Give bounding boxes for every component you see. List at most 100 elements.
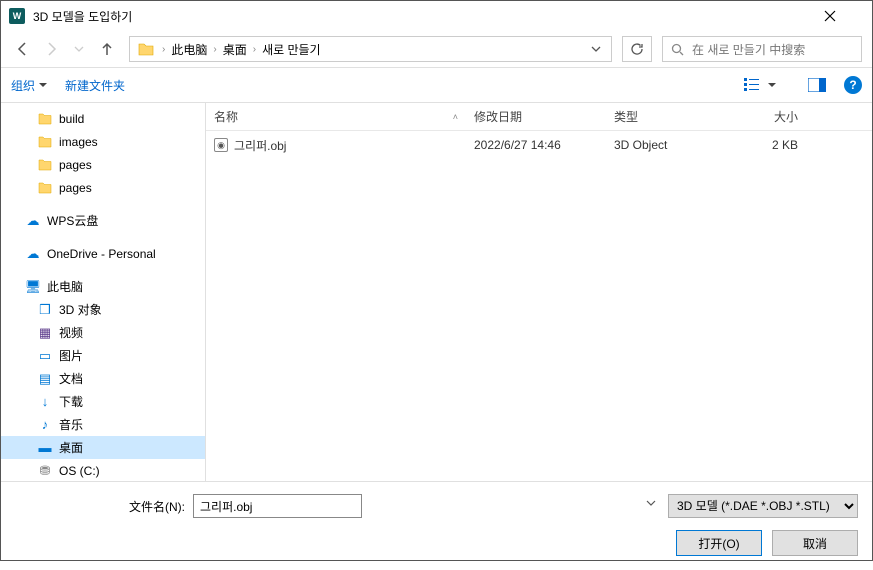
obj-file-icon: ◉ [214, 138, 228, 152]
recent-button[interactable] [67, 37, 91, 61]
new-folder-button[interactable]: 新建文件夹 [65, 77, 125, 94]
desk-icon: ▬ [37, 440, 53, 455]
sidebar-item-folder[interactable]: pages [1, 176, 205, 199]
breadcrumb-dropdown[interactable] [585, 44, 607, 54]
nav-bar: › 此电脑 › 桌面 › 새로 만들기 在 새로 만들기 中搜索 [1, 31, 872, 67]
body-area: build images pages pages ☁ WPS云盘 ☁ OneDrive… [1, 103, 872, 481]
breadcrumb[interactable]: › 此电脑 › 桌面 › 새로 만들기 [129, 36, 612, 62]
breadcrumb-item[interactable]: 此电脑 [169, 41, 209, 58]
chevron-down-icon [646, 498, 656, 508]
chevron-down-icon [591, 44, 601, 54]
chevron-down-icon [39, 81, 47, 89]
sidebar-item-dl[interactable]: ↓ 下载 [1, 390, 205, 413]
chevron-right-icon: › [162, 44, 165, 55]
file-list: 名称 ˄ 修改日期 类型 大小 ◉그리퍼.obj2022/6/27 14:463… [206, 103, 872, 481]
sidebar-label: pages [59, 158, 92, 172]
column-name[interactable]: 名称 ˄ [206, 108, 466, 125]
help-button[interactable]: ? [844, 76, 862, 94]
search-placeholder: 在 새로 만들기 中搜索 [692, 41, 805, 58]
sidebar-item-desk[interactable]: ▬ 桌面 [1, 436, 205, 459]
chevron-down-icon [768, 81, 776, 89]
help-icon: ? [849, 78, 856, 92]
folder-icon [37, 159, 53, 171]
sidebar-label: 桌面 [59, 439, 83, 456]
back-button[interactable] [11, 37, 35, 61]
file-size: 2 KB [716, 138, 806, 152]
cancel-button[interactable]: 取消 [772, 530, 858, 556]
music-icon: ♪ [37, 417, 53, 432]
sidebar-label: 音乐 [59, 416, 83, 433]
forward-button[interactable] [39, 37, 63, 61]
sidebar-label: 图片 [59, 347, 83, 364]
column-date[interactable]: 修改日期 [466, 108, 606, 125]
breadcrumb-item[interactable]: 桌面 [221, 41, 249, 58]
sidebar-item-thispc[interactable]: 🖥 此电脑 [1, 275, 205, 298]
obj3d-icon: ❒ [37, 302, 53, 318]
details-view-icon [744, 78, 764, 92]
sidebar-item-obj3d[interactable]: ❒ 3D 对象 [1, 298, 205, 321]
chevron-right-icon: › [213, 44, 216, 55]
pic-icon: ▭ [37, 348, 53, 364]
file-type: 3D Object [606, 138, 716, 152]
sidebar-label: WPS云盘 [47, 212, 98, 229]
sidebar-item-doc[interactable]: ▤文档 [1, 367, 205, 390]
file-row[interactable]: ◉그리퍼.obj2022/6/27 14:463D Object2 KB [206, 131, 872, 159]
up-button[interactable] [95, 37, 119, 61]
video-icon: ▦ [37, 325, 53, 341]
view-mode-button[interactable] [744, 78, 776, 92]
monitor-icon: 🖥 [25, 279, 41, 295]
chevron-down-icon [74, 44, 84, 54]
search-icon [671, 43, 684, 56]
file-name: 그리퍼.obj [234, 137, 286, 154]
file-type-filter[interactable]: 3D 모델 (*.DAE *.OBJ *.STL) [668, 494, 858, 518]
folder-icon [37, 136, 53, 148]
sidebar-label: OneDrive - Personal [47, 247, 156, 261]
window-title: 3D 모델을 도입하기 [33, 8, 824, 25]
sidebar-label: OS (C:) [59, 464, 100, 478]
drive-icon: ⛃ [37, 463, 53, 479]
open-button[interactable]: 打开(O) [676, 530, 762, 556]
refresh-icon [630, 42, 644, 56]
sidebar: build images pages pages ☁ WPS云盘 ☁ OneDrive… [1, 103, 206, 481]
organize-label: 组织 [11, 77, 35, 94]
close-button[interactable] [824, 10, 864, 22]
refresh-button[interactable] [622, 36, 652, 62]
folder-icon [37, 113, 53, 125]
organize-button[interactable]: 组织 [11, 77, 47, 94]
sidebar-label: 3D 对象 [59, 301, 102, 318]
sidebar-item-folder[interactable]: pages [1, 153, 205, 176]
close-icon [824, 10, 836, 22]
title-bar: W 3D 모델을 도입하기 [1, 1, 872, 31]
column-type[interactable]: 类型 [606, 108, 716, 125]
file-list-header: 名称 ˄ 修改日期 类型 大小 [206, 103, 872, 131]
preview-icon [808, 78, 826, 92]
sidebar-item-pic[interactable]: ▭ 图片 [1, 344, 205, 367]
new-folder-label: 新建文件夹 [65, 77, 125, 94]
sidebar-label: 此电脑 [47, 278, 83, 295]
chevron-right-icon: › [253, 44, 256, 55]
sidebar-item-drive[interactable]: ⛃ OS (C:) [1, 459, 205, 481]
arrow-up-icon [99, 41, 115, 57]
filename-input[interactable] [193, 494, 362, 518]
sidebar-item-music[interactable]: ♪ 音乐 [1, 413, 205, 436]
sidebar-item-folder[interactable]: build [1, 107, 205, 130]
footer: 文件名(N): 3D 모델 (*.DAE *.OBJ *.STL) 打开(O) … [1, 481, 872, 570]
sidebar-label: images [59, 135, 98, 149]
sidebar-item-onedrive[interactable]: ☁ OneDrive - Personal [1, 242, 205, 265]
toolbar: 组织 新建文件夹 ? [1, 67, 872, 103]
sidebar-item-wps[interactable]: ☁ WPS云盘 [1, 209, 205, 232]
sidebar-label: 下载 [59, 393, 83, 410]
preview-pane-button[interactable] [808, 78, 826, 92]
sidebar-item-video[interactable]: ▦ 视频 [1, 321, 205, 344]
sidebar-label: build [59, 112, 84, 126]
dl-icon: ↓ [37, 394, 53, 409]
column-size[interactable]: 大小 [716, 108, 806, 125]
search-input[interactable]: 在 새로 만들기 中搜索 [662, 36, 862, 62]
cloud-icon: ☁ [25, 246, 41, 262]
folder-icon [138, 42, 154, 56]
sidebar-label: 视频 [59, 324, 83, 341]
sidebar-item-folder[interactable]: images [1, 130, 205, 153]
breadcrumb-item[interactable]: 새로 만들기 [260, 41, 323, 58]
app-icon: W [9, 8, 25, 24]
arrow-right-icon [43, 41, 59, 57]
